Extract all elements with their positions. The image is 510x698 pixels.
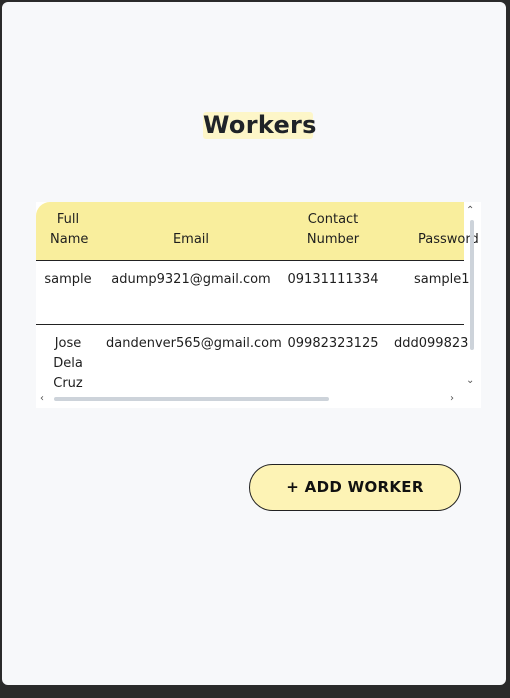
app-window: Workers Full Name Email Contact Number P… (1, 1, 507, 686)
cell-full-name: sample (44, 272, 92, 287)
chevron-left-icon[interactable]: ‹ (40, 394, 44, 404)
header-full-name: Full Name (50, 212, 89, 247)
workers-table[interactable]: Full Name Email Contact Number Password … (36, 202, 481, 408)
bottom-bar (0, 688, 510, 698)
cell-full-name: Jose Dela Cruz (53, 336, 83, 391)
cell-contact-number: 09131111334 (287, 272, 379, 287)
cell-email: dandenver565@gmail.com (106, 336, 282, 351)
chevron-down-icon[interactable]: ⌄ (466, 376, 474, 386)
add-worker-button[interactable]: + ADD WORKER (249, 464, 461, 511)
table-header: Full Name Email Contact Number Password (36, 202, 479, 261)
cell-email: adump9321@gmail.com (111, 272, 271, 287)
header-contact-number: Contact Number (306, 212, 360, 247)
horizontal-scroll-thumb[interactable] (54, 397, 329, 401)
page-title: Workers (203, 111, 317, 139)
row-divider (36, 324, 464, 325)
chevron-up-icon[interactable]: ⌃ (466, 206, 474, 216)
cell-contact-number: 09982323125 (287, 336, 379, 351)
vertical-scroll-thumb[interactable] (470, 220, 474, 350)
cell-password: ddd099823 (394, 336, 469, 351)
chevron-right-icon[interactable]: › (450, 394, 454, 404)
header-email: Email (172, 232, 210, 247)
